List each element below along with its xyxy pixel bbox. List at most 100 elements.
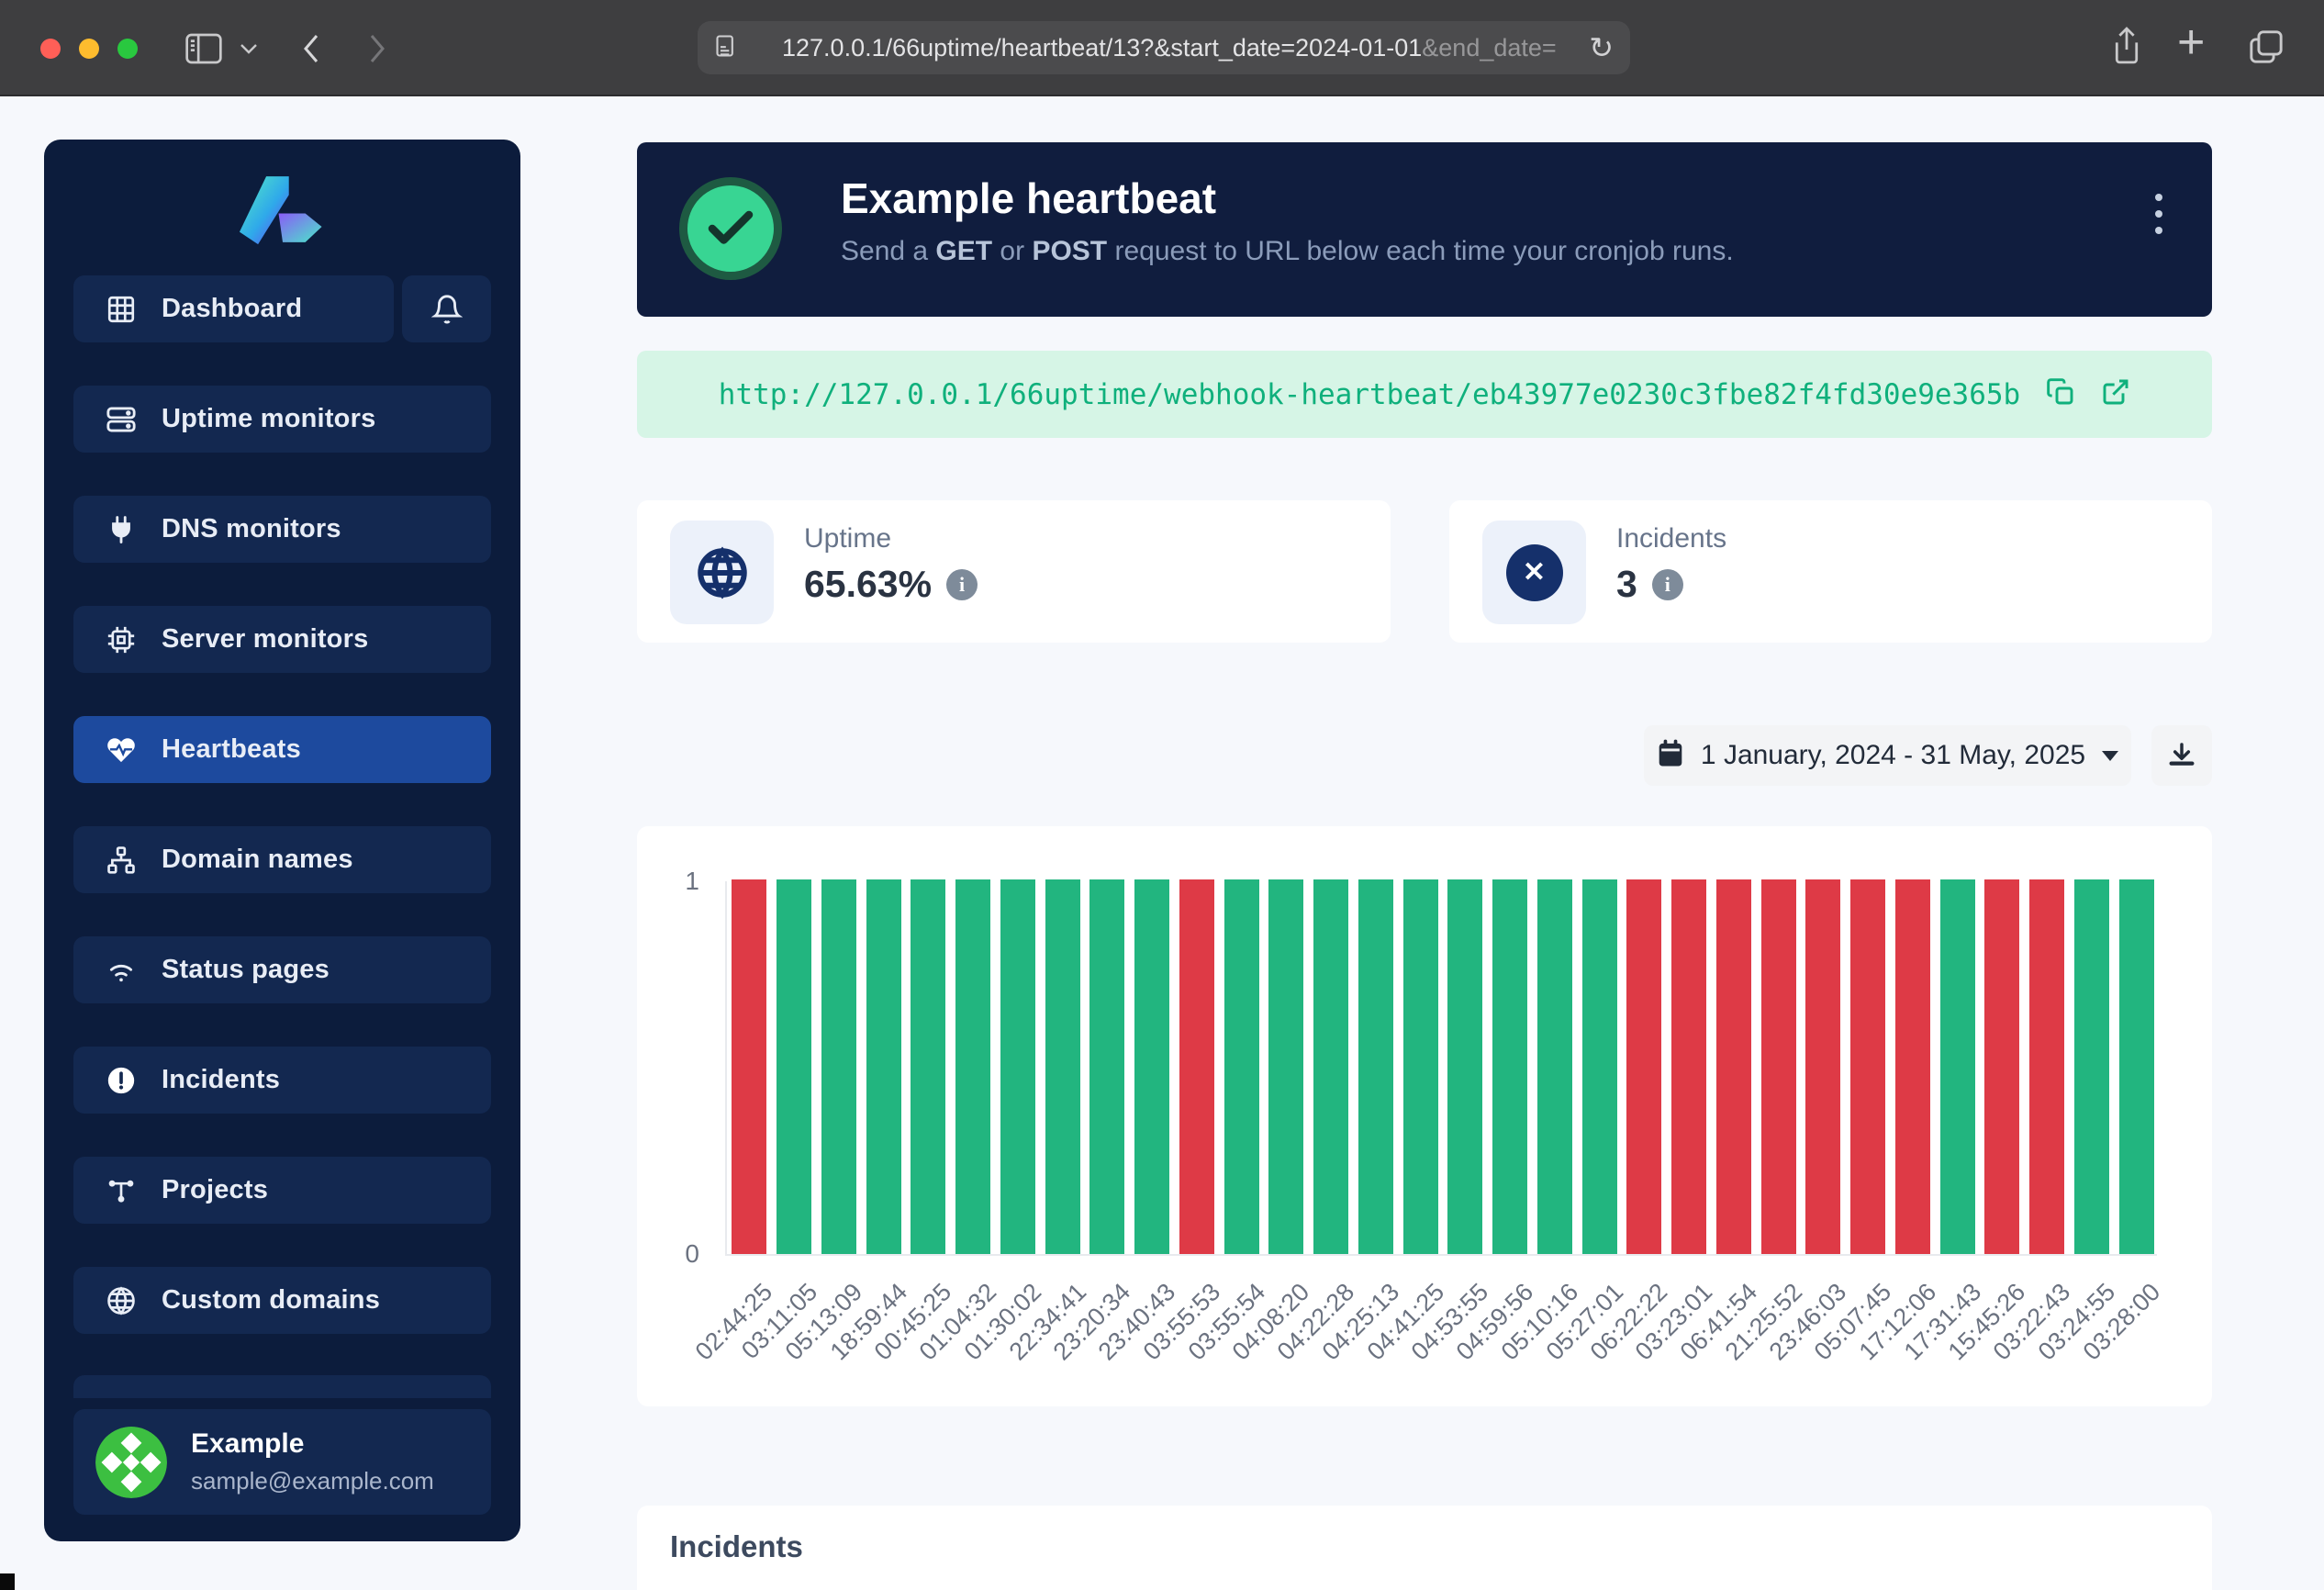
heartbeat-chart-card: 1 0 02:44:2503:11:0505:13:0918:59:4400:4…	[637, 826, 2212, 1406]
grid-icon	[105, 293, 138, 326]
sidebar-row: Uptime monitors	[73, 386, 491, 453]
sidebar-item-projects[interactable]: Projects	[73, 1157, 491, 1224]
reader-view-icon[interactable]	[714, 33, 740, 63]
new-tab-button[interactable]: +	[2177, 15, 2205, 70]
chart-bar-up[interactable]	[1045, 879, 1080, 1254]
uptime-card: Uptime 65.63% i	[637, 500, 1391, 643]
chart-bar-up[interactable]	[1447, 879, 1482, 1254]
chart-bar-up[interactable]	[1537, 879, 1572, 1254]
uptime-label: Uptime	[804, 523, 891, 554]
chart-bar-up[interactable]	[1268, 879, 1303, 1254]
chevron-down-icon[interactable]	[239, 42, 259, 60]
chart-bar-up[interactable]	[1940, 879, 1975, 1254]
chart-bar-down[interactable]	[1895, 879, 1930, 1254]
chart-bar-up[interactable]	[2119, 879, 2154, 1254]
profile-email: sample@example.com	[191, 1467, 434, 1495]
tab-overview-icon[interactable]	[2247, 28, 2285, 71]
chart-bar-up[interactable]	[821, 879, 856, 1254]
forward-button[interactable]	[365, 30, 389, 72]
heart-pulse-icon	[105, 733, 138, 767]
sidebar-item-label: Status pages	[162, 955, 330, 985]
sidebar-item-heartbeats[interactable]: Heartbeats	[73, 716, 491, 783]
heartbeat-header-card: Example heartbeat Send a GET or POST req…	[637, 142, 2212, 317]
chart-bar-down[interactable]	[2029, 879, 2064, 1254]
incidents-card: ✕ Incidents 3 i	[1449, 500, 2212, 643]
external-link-icon[interactable]	[2101, 377, 2130, 411]
minimize-window-button[interactable]	[79, 39, 99, 59]
url-bar[interactable]: 127.0.0.1/66uptime/heartbeat/13?&start_d…	[698, 21, 1630, 74]
chart-bar-up[interactable]	[1000, 879, 1035, 1254]
chart-bar-up[interactable]	[1492, 879, 1527, 1254]
app-logo	[44, 154, 520, 264]
sidebar-item-dns-monitors[interactable]: DNS monitors	[73, 496, 491, 563]
chart-bar-up[interactable]	[1224, 879, 1259, 1254]
close-window-button[interactable]	[40, 39, 61, 59]
chart-bar-up[interactable]	[1582, 879, 1617, 1254]
chart-bar-up[interactable]	[866, 879, 901, 1254]
chart-bar-down[interactable]	[1179, 879, 1214, 1254]
chart-bar-down[interactable]	[1984, 879, 2019, 1254]
chart-bar-up[interactable]	[1134, 879, 1169, 1254]
sidebar-item-label: Server monitors	[162, 624, 368, 655]
chart-bar-down[interactable]	[1626, 879, 1661, 1254]
zoom-window-button[interactable]	[117, 39, 138, 59]
back-button[interactable]	[299, 30, 323, 72]
sidebar-row: Projects	[73, 1157, 491, 1224]
status-check-icon	[679, 177, 782, 280]
chart-bar-up[interactable]	[2074, 879, 2109, 1254]
wifi-icon	[105, 954, 138, 987]
chart-bar-up[interactable]	[1358, 879, 1393, 1254]
chart-bar-down[interactable]	[1761, 879, 1796, 1254]
globe-icon	[105, 1284, 138, 1317]
sidebar-row: DNS monitors	[73, 496, 491, 563]
sidebar-item-label: Custom domains	[162, 1285, 380, 1316]
chart-bar-up[interactable]	[1089, 879, 1124, 1254]
sidebar-item-dashboard[interactable]: Dashboard	[73, 275, 394, 342]
y-axis-tick-0: 0	[663, 1239, 699, 1269]
sidebar-item-domain-names[interactable]: Domain names	[73, 826, 491, 893]
sidebar-row: Server monitors	[73, 606, 491, 673]
copy-icon[interactable]	[2046, 377, 2075, 411]
sidebar-row: Status pages	[73, 936, 491, 1003]
sidebar-item-partial[interactable]	[73, 1375, 491, 1398]
incidents-value: 3	[1616, 563, 1637, 606]
chart-bar-down[interactable]	[1671, 879, 1706, 1254]
url-text: 127.0.0.1/66uptime/heartbeat/13?&start_d…	[782, 34, 1581, 62]
chart-bar-up[interactable]	[955, 879, 990, 1254]
profile-button[interactable]: Example sample@example.com	[73, 1409, 491, 1515]
sidebar-item-uptime-monitors[interactable]: Uptime monitors	[73, 386, 491, 453]
avatar	[95, 1427, 167, 1498]
incidents-section-title: Incidents	[670, 1529, 803, 1564]
alert-circle-icon	[105, 1064, 138, 1097]
chart-bar-up[interactable]	[911, 879, 945, 1254]
reload-icon[interactable]: ↻	[1589, 30, 1614, 65]
webhook-url[interactable]: http://127.0.0.1/66uptime/webhook-heartb…	[719, 378, 2020, 411]
sidebar-item-custom-domains[interactable]: Custom domains	[73, 1267, 491, 1334]
info-icon[interactable]: i	[946, 569, 978, 600]
chart-bar-down[interactable]	[1805, 879, 1840, 1254]
notifications-bell-button[interactable]	[402, 275, 491, 342]
sidebar-item-incidents[interactable]: Incidents	[73, 1047, 491, 1114]
chart-bar-up[interactable]	[1313, 879, 1348, 1254]
more-options-button[interactable]	[2155, 194, 2162, 234]
download-button[interactable]	[2151, 725, 2212, 786]
webhook-url-bar: http://127.0.0.1/66uptime/webhook-heartb…	[637, 351, 2212, 438]
sidebar-item-server-monitors[interactable]: Server monitors	[73, 606, 491, 673]
sidebar-row: Custom domains	[73, 1267, 491, 1334]
sidebar-toggle-icon[interactable]	[185, 33, 222, 69]
chart-bar-down[interactable]	[732, 879, 766, 1254]
share-icon[interactable]	[2109, 26, 2144, 73]
sidebar-item-status-pages[interactable]: Status pages	[73, 936, 491, 1003]
caret-down-icon	[2102, 751, 2118, 761]
calendar-icon	[1657, 739, 1684, 773]
x-circle-icon: ✕	[1482, 521, 1586, 624]
chart-bar-down[interactable]	[1716, 879, 1751, 1254]
page-title: Example heartbeat	[841, 174, 1216, 223]
date-range-button[interactable]: 1 January, 2024 - 31 May, 2025	[1644, 725, 2131, 786]
sidebar-row: Incidents	[73, 1047, 491, 1114]
chart-bar-up[interactable]	[777, 879, 811, 1254]
sidebar-item-label: DNS monitors	[162, 514, 341, 544]
chart-bar-down[interactable]	[1850, 879, 1885, 1254]
chart-bar-up[interactable]	[1403, 879, 1438, 1254]
info-icon[interactable]: i	[1652, 569, 1683, 600]
